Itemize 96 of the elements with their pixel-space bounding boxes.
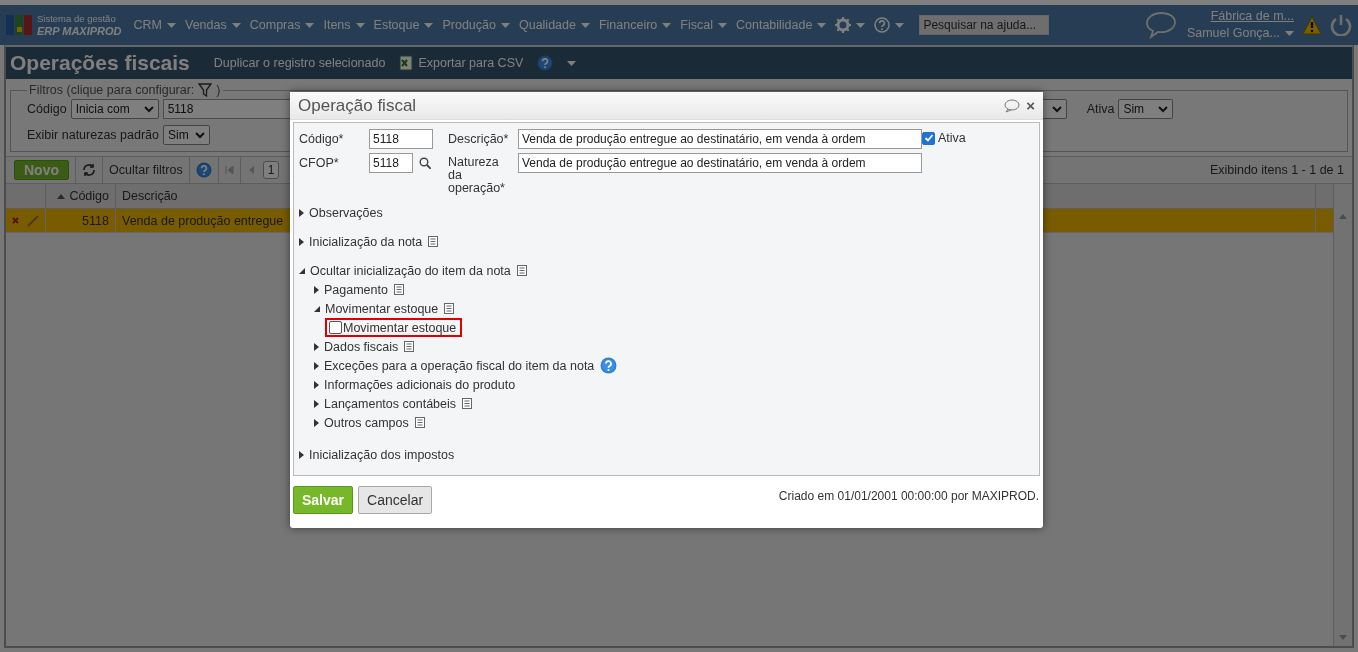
section-toggle[interactable]: Inicialização dos impostos (309, 447, 455, 462)
chevron-icon (1158, 105, 1169, 113)
scroll-up-icon (1339, 214, 1347, 219)
scroll-down-icon (1339, 635, 1347, 640)
spreadsheet-icon (399, 55, 414, 71)
save-button[interactable]: Salvar (293, 486, 354, 514)
input-field[interactable]: 5118 (369, 153, 413, 173)
comment-icon (1004, 98, 1021, 113)
edit-icon (27, 214, 39, 227)
caret-icon (580, 22, 590, 28)
filter-label: Código (27, 102, 67, 116)
caret-icon (231, 22, 241, 28)
menu-item[interactable]: Compras (249, 18, 315, 32)
hide-filters-button[interactable]: Ocultar filtros (109, 163, 183, 177)
caret-icon (895, 22, 905, 28)
checkbox-label: Ativa (938, 131, 966, 145)
checkbox-label: Movimentar estoque (343, 320, 457, 335)
caret-icon (500, 22, 510, 28)
field-label: Natureza da operação* (448, 154, 506, 195)
input-field[interactable]: Venda de produção entregue ao destinatário, em venda à ordem (518, 153, 922, 173)
caret-icon (856, 22, 866, 28)
checkbox[interactable] (329, 321, 342, 334)
company-link[interactable]: Fábrica de m... (1210, 8, 1294, 25)
caret-icon (355, 22, 365, 28)
operator-dropdown[interactable]: Inicia com (70, 99, 159, 119)
delete-icon (12, 217, 19, 224)
dropdown[interactable]: Sim (1118, 99, 1174, 119)
first-page-icon (224, 165, 234, 175)
menu-item[interactable]: Contabilidade (736, 18, 827, 32)
warning-icon (1302, 15, 1322, 35)
logo-icon (6, 14, 32, 36)
section-toggle[interactable]: Inicialização da nota (309, 234, 423, 249)
chevron-icon (1051, 105, 1062, 113)
menu-item[interactable]: Financeiro (598, 18, 672, 32)
menu-item[interactable]: Produção (442, 18, 510, 32)
page-number[interactable]: 1 (262, 161, 280, 179)
settings-menu[interactable] (835, 17, 866, 33)
section-toggle[interactable]: Outros campos (324, 415, 409, 430)
filter-icon (198, 83, 213, 97)
section-toggle[interactable]: Ocultar inicialização do item da nota (310, 263, 511, 278)
caret-icon (305, 22, 315, 28)
page-title: Operações fiscais (10, 51, 190, 75)
field-label: CFOP* (299, 155, 340, 170)
input-field[interactable]: Venda de produção entregue ao destinatário, em venda à ordem (518, 129, 922, 149)
filters-legend[interactable]: Filtros (clique para configurar: ) (27, 83, 223, 97)
caret-icon (424, 22, 434, 28)
caret-icon (817, 22, 827, 28)
highlighted-checkbox[interactable]: Movimentar estoque (325, 318, 463, 337)
caret-icon (167, 22, 176, 28)
dropdown[interactable]: Sim (163, 125, 211, 145)
table-cell: 5118 (46, 209, 116, 232)
menu-item[interactable]: Vendas (185, 18, 241, 32)
filter-label: Ativa (1086, 102, 1115, 116)
input-field[interactable]: 5118 (369, 129, 433, 149)
help-menu[interactable] (874, 17, 905, 33)
field-label: Descrição* (448, 131, 510, 146)
section-toggle[interactable]: Exceções para a operação fiscal do item da nota (324, 358, 595, 373)
chevron-icon (143, 105, 154, 113)
logo-subtitle: Sistema de gestão (37, 13, 117, 25)
logo-title: ERP MAXIPROD (37, 25, 122, 37)
section-toggle[interactable]: Dados fiscais (324, 339, 399, 354)
created-note: Criado em 01/01/2001 00:00:00 por MAXIPROD. (778, 488, 1039, 503)
menu-item[interactable]: Itens (323, 18, 365, 32)
column-header[interactable]: Código (46, 184, 116, 208)
refresh-icon (82, 163, 96, 177)
caret-icon (718, 22, 727, 28)
chevron-icon (195, 131, 206, 139)
help-icon (874, 17, 891, 33)
cancel-button[interactable]: Cancelar (358, 486, 433, 514)
help-icon (195, 162, 212, 178)
user-menu[interactable]: Samuel Gonça... (1186, 25, 1294, 42)
search-field[interactable]: Pesquisar na ajuda... (919, 15, 1050, 35)
toolbar-action[interactable]: Exportar para CSV (399, 55, 524, 71)
checkmark-icon (923, 133, 934, 143)
settings-icon (835, 17, 852, 33)
menu-item[interactable]: CRM (133, 18, 176, 32)
caret-icon (1285, 31, 1294, 36)
section-toggle[interactable]: Informações adicionais do produto (324, 377, 516, 392)
caret-icon (567, 60, 577, 66)
field-label: Código* (299, 131, 345, 146)
power-icon (1330, 14, 1352, 36)
section-toggle[interactable]: Movimentar estoque (325, 301, 439, 316)
menu-item[interactable]: Fiscal (680, 18, 727, 32)
caret-icon (662, 22, 672, 28)
filter-label: Exibir naturezas padrão (27, 128, 160, 142)
menu-item[interactable]: Estoque (373, 18, 434, 32)
close-button[interactable]: × (1026, 97, 1035, 114)
help-icon (537, 55, 554, 71)
section-toggle[interactable]: Lançamentos contábeis (324, 396, 457, 411)
checkbox[interactable] (922, 131, 935, 145)
menu-item[interactable]: Qualidade (518, 18, 590, 32)
scrollbar[interactable] (1333, 184, 1352, 646)
section-toggle[interactable]: Pagamento (324, 282, 388, 297)
pagination-summary: Exibindo itens 1 - 1 de 1 (1209, 163, 1344, 177)
chat-icon (1144, 10, 1179, 40)
toolbar-action[interactable]: Duplicar o registro selecionado (213, 56, 386, 70)
